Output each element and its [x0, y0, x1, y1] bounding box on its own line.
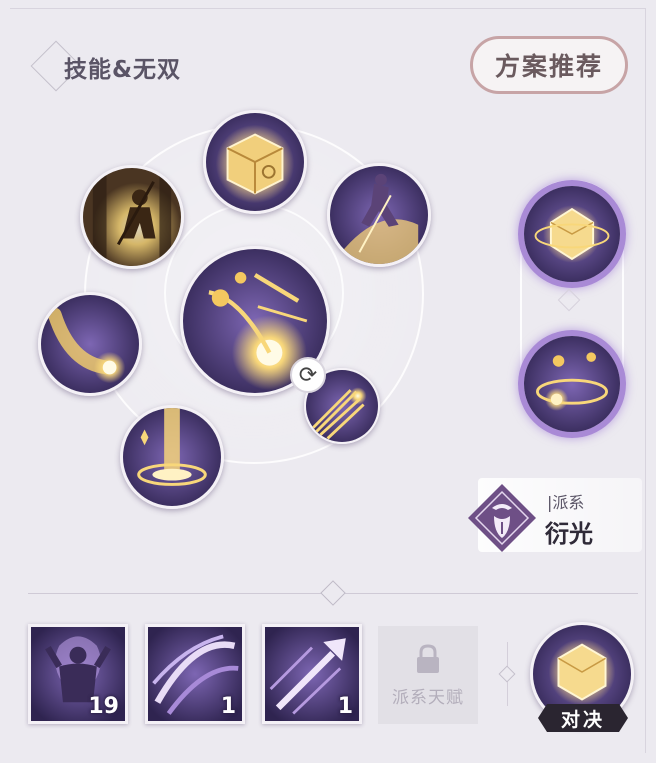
frame-right-line — [645, 8, 646, 753]
skill-warrior-right[interactable] — [327, 163, 431, 267]
swap-skill-button[interactable]: ⟳ — [290, 357, 326, 393]
skill-comet[interactable] — [38, 292, 142, 396]
talent-card-1[interactable]: 19 — [28, 624, 128, 724]
faction-sub-label: |派系 — [547, 493, 585, 512]
talent-card-2[interactable]: 1 — [145, 624, 245, 724]
divider-diamond-icon — [320, 580, 346, 606]
crystal-orb-icon — [524, 186, 620, 282]
lock-icon — [417, 643, 439, 673]
locked-talent-label: 派系天赋 — [392, 687, 464, 708]
skill-warrior-left[interactable] — [80, 165, 184, 269]
faction-emblem-icon — [468, 484, 536, 552]
page-title: 技能&无双 — [64, 57, 182, 83]
comet-icon — [41, 295, 139, 393]
leaping-figure-icon — [330, 166, 428, 264]
light-pillar-icon — [123, 408, 221, 506]
warrior-silhouette-icon — [83, 168, 181, 266]
separator-diamond-icon — [498, 665, 516, 683]
faction-name: 衍光 — [545, 520, 593, 548]
skill-cube[interactable] — [203, 110, 307, 214]
faction-talent-locked[interactable]: 派系天赋 — [378, 626, 478, 724]
card-count: 1 — [220, 694, 236, 719]
frame-top-line — [10, 8, 646, 9]
golden-cube-icon — [206, 113, 304, 211]
card-count: 1 — [337, 694, 353, 719]
duel-label: 对决 — [538, 704, 628, 732]
talent-card-3[interactable]: 1 — [262, 624, 362, 724]
orbiting-spheres-icon — [524, 336, 620, 432]
recommend-plan-button[interactable]: 方案推荐 — [470, 36, 628, 94]
skill-light-pillar[interactable] — [120, 405, 224, 509]
ult-crystal-orb[interactable] — [518, 180, 626, 288]
card-count: 19 — [88, 694, 119, 719]
refresh-icon: ⟳ — [298, 362, 318, 388]
ult-orbs[interactable] — [518, 330, 626, 438]
